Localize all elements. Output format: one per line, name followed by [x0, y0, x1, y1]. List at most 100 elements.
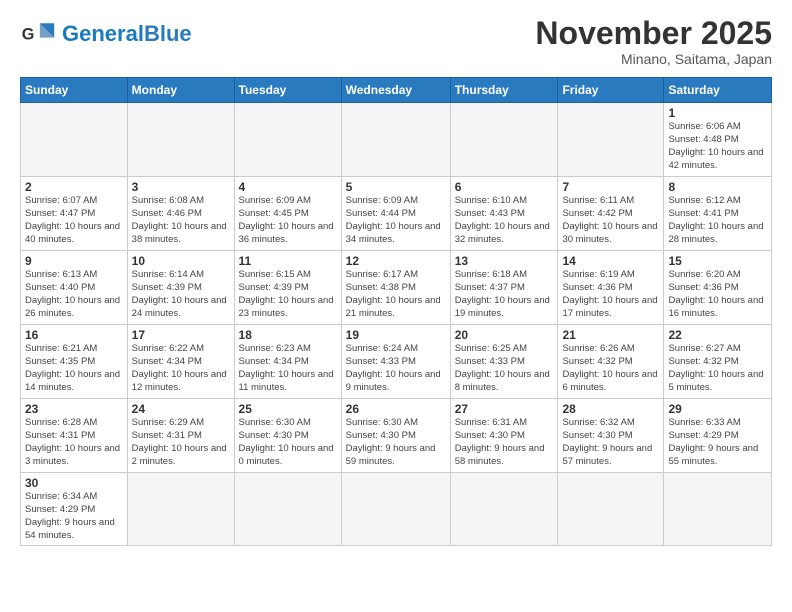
table-row: 1Sunrise: 6:06 AM Sunset: 4:48 PM Daylig… [664, 103, 772, 177]
month-title: November 2025 [535, 16, 772, 51]
table-row: 13Sunrise: 6:18 AM Sunset: 4:37 PM Dayli… [450, 251, 558, 325]
table-row: 20Sunrise: 6:25 AM Sunset: 4:33 PM Dayli… [450, 325, 558, 399]
table-row: 19Sunrise: 6:24 AM Sunset: 4:33 PM Dayli… [341, 325, 450, 399]
day-number: 4 [239, 180, 337, 194]
table-row [341, 103, 450, 177]
th-saturday: Saturday [664, 78, 772, 103]
table-row: 18Sunrise: 6:23 AM Sunset: 4:34 PM Dayli… [234, 325, 341, 399]
day-info: Sunrise: 6:17 AM Sunset: 4:38 PM Dayligh… [346, 269, 446, 320]
table-row [234, 103, 341, 177]
day-info: Sunrise: 6:27 AM Sunset: 4:32 PM Dayligh… [668, 343, 767, 394]
day-info: Sunrise: 6:23 AM Sunset: 4:34 PM Dayligh… [239, 343, 337, 394]
table-row [127, 473, 234, 546]
day-number: 22 [668, 328, 767, 342]
th-monday: Monday [127, 78, 234, 103]
day-number: 9 [25, 254, 123, 268]
day-number: 1 [668, 106, 767, 120]
table-row: 6Sunrise: 6:10 AM Sunset: 4:43 PM Daylig… [450, 177, 558, 251]
calendar-header: Sunday Monday Tuesday Wednesday Thursday… [21, 78, 772, 103]
th-friday: Friday [558, 78, 664, 103]
day-info: Sunrise: 6:11 AM Sunset: 4:42 PM Dayligh… [562, 195, 659, 246]
day-number: 11 [239, 254, 337, 268]
day-number: 3 [132, 180, 230, 194]
day-info: Sunrise: 6:20 AM Sunset: 4:36 PM Dayligh… [668, 269, 767, 320]
day-info: Sunrise: 6:24 AM Sunset: 4:33 PM Dayligh… [346, 343, 446, 394]
day-number: 16 [25, 328, 123, 342]
day-info: Sunrise: 6:13 AM Sunset: 4:40 PM Dayligh… [25, 269, 123, 320]
table-row: 28Sunrise: 6:32 AM Sunset: 4:30 PM Dayli… [558, 399, 664, 473]
table-row: 14Sunrise: 6:19 AM Sunset: 4:36 PM Dayli… [558, 251, 664, 325]
day-info: Sunrise: 6:06 AM Sunset: 4:48 PM Dayligh… [668, 121, 767, 172]
logo: G GeneralBlue [20, 16, 192, 52]
day-info: Sunrise: 6:22 AM Sunset: 4:34 PM Dayligh… [132, 343, 230, 394]
table-row: 21Sunrise: 6:26 AM Sunset: 4:32 PM Dayli… [558, 325, 664, 399]
day-info: Sunrise: 6:14 AM Sunset: 4:39 PM Dayligh… [132, 269, 230, 320]
table-row: 4Sunrise: 6:09 AM Sunset: 4:45 PM Daylig… [234, 177, 341, 251]
table-row [558, 103, 664, 177]
day-number: 15 [668, 254, 767, 268]
header: G GeneralBlue November 2025 Minano, Sait… [20, 16, 772, 67]
svg-text:G: G [22, 25, 35, 43]
th-thursday: Thursday [450, 78, 558, 103]
day-info: Sunrise: 6:31 AM Sunset: 4:30 PM Dayligh… [455, 417, 554, 468]
logo-icon: G [20, 16, 56, 52]
day-info: Sunrise: 6:10 AM Sunset: 4:43 PM Dayligh… [455, 195, 554, 246]
day-number: 20 [455, 328, 554, 342]
day-info: Sunrise: 6:30 AM Sunset: 4:30 PM Dayligh… [346, 417, 446, 468]
day-info: Sunrise: 6:26 AM Sunset: 4:32 PM Dayligh… [562, 343, 659, 394]
table-row: 15Sunrise: 6:20 AM Sunset: 4:36 PM Dayli… [664, 251, 772, 325]
table-row [664, 473, 772, 546]
day-info: Sunrise: 6:34 AM Sunset: 4:29 PM Dayligh… [25, 491, 123, 542]
day-number: 26 [346, 402, 446, 416]
logo-general: General [62, 21, 144, 46]
day-info: Sunrise: 6:09 AM Sunset: 4:44 PM Dayligh… [346, 195, 446, 246]
weekday-row: Sunday Monday Tuesday Wednesday Thursday… [21, 78, 772, 103]
table-row: 27Sunrise: 6:31 AM Sunset: 4:30 PM Dayli… [450, 399, 558, 473]
table-row [450, 473, 558, 546]
day-number: 13 [455, 254, 554, 268]
table-row: 29Sunrise: 6:33 AM Sunset: 4:29 PM Dayli… [664, 399, 772, 473]
table-row: 5Sunrise: 6:09 AM Sunset: 4:44 PM Daylig… [341, 177, 450, 251]
table-row [234, 473, 341, 546]
table-row [21, 103, 128, 177]
location: Minano, Saitama, Japan [535, 51, 772, 67]
day-info: Sunrise: 6:32 AM Sunset: 4:30 PM Dayligh… [562, 417, 659, 468]
table-row [450, 103, 558, 177]
day-number: 30 [25, 476, 123, 490]
table-row [558, 473, 664, 546]
day-info: Sunrise: 6:30 AM Sunset: 4:30 PM Dayligh… [239, 417, 337, 468]
day-number: 19 [346, 328, 446, 342]
table-row: 10Sunrise: 6:14 AM Sunset: 4:39 PM Dayli… [127, 251, 234, 325]
title-block: November 2025 Minano, Saitama, Japan [535, 16, 772, 67]
table-row: 3Sunrise: 6:08 AM Sunset: 4:46 PM Daylig… [127, 177, 234, 251]
page: G GeneralBlue November 2025 Minano, Sait… [0, 0, 792, 556]
logo-text: GeneralBlue [62, 23, 192, 45]
day-number: 7 [562, 180, 659, 194]
day-number: 5 [346, 180, 446, 194]
th-tuesday: Tuesday [234, 78, 341, 103]
table-row: 9Sunrise: 6:13 AM Sunset: 4:40 PM Daylig… [21, 251, 128, 325]
table-row: 8Sunrise: 6:12 AM Sunset: 4:41 PM Daylig… [664, 177, 772, 251]
table-row: 23Sunrise: 6:28 AM Sunset: 4:31 PM Dayli… [21, 399, 128, 473]
day-info: Sunrise: 6:29 AM Sunset: 4:31 PM Dayligh… [132, 417, 230, 468]
day-number: 2 [25, 180, 123, 194]
table-row: 30Sunrise: 6:34 AM Sunset: 4:29 PM Dayli… [21, 473, 128, 546]
table-row: 11Sunrise: 6:15 AM Sunset: 4:39 PM Dayli… [234, 251, 341, 325]
day-info: Sunrise: 6:08 AM Sunset: 4:46 PM Dayligh… [132, 195, 230, 246]
day-number: 17 [132, 328, 230, 342]
day-number: 28 [562, 402, 659, 416]
day-info: Sunrise: 6:07 AM Sunset: 4:47 PM Dayligh… [25, 195, 123, 246]
day-number: 10 [132, 254, 230, 268]
table-row: 7Sunrise: 6:11 AM Sunset: 4:42 PM Daylig… [558, 177, 664, 251]
day-number: 18 [239, 328, 337, 342]
day-info: Sunrise: 6:12 AM Sunset: 4:41 PM Dayligh… [668, 195, 767, 246]
table-row: 25Sunrise: 6:30 AM Sunset: 4:30 PM Dayli… [234, 399, 341, 473]
table-row: 12Sunrise: 6:17 AM Sunset: 4:38 PM Dayli… [341, 251, 450, 325]
th-wednesday: Wednesday [341, 78, 450, 103]
table-row [127, 103, 234, 177]
day-number: 6 [455, 180, 554, 194]
day-info: Sunrise: 6:18 AM Sunset: 4:37 PM Dayligh… [455, 269, 554, 320]
day-info: Sunrise: 6:33 AM Sunset: 4:29 PM Dayligh… [668, 417, 767, 468]
table-row: 24Sunrise: 6:29 AM Sunset: 4:31 PM Dayli… [127, 399, 234, 473]
day-info: Sunrise: 6:15 AM Sunset: 4:39 PM Dayligh… [239, 269, 337, 320]
